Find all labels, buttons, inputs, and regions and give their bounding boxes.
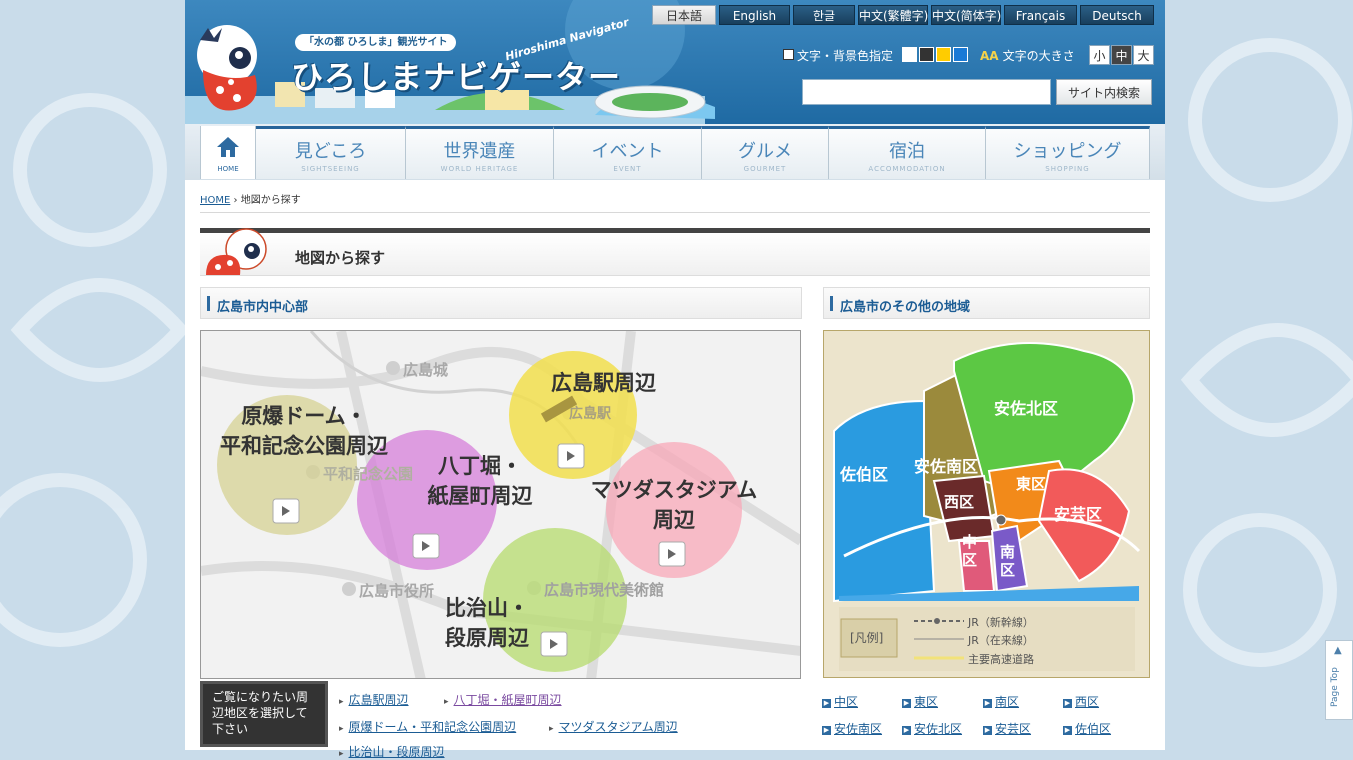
page-top-button[interactable]: ▲ Page Top: [1325, 640, 1353, 720]
arrow-icon: ▶: [983, 699, 992, 708]
arrow-icon: ▶: [822, 699, 831, 708]
search-button[interactable]: サイト内検索: [1056, 79, 1152, 105]
ward-label-minami[interactable]: 南区: [1000, 543, 1016, 579]
landmark-contemporary-art-museum: 広島市現代美術館: [544, 581, 665, 599]
breadcrumb-home-link[interactable]: HOME: [200, 195, 230, 206]
palette-icon: [783, 49, 794, 60]
breadcrumb: HOME › 地図から探す: [200, 191, 301, 206]
landmark-hiroshima-castle: 広島城: [403, 361, 449, 379]
legend-title: [凡例]: [850, 631, 884, 645]
arrow-icon: ▶: [822, 726, 831, 735]
nav-sightseeing[interactable]: 見どころ SIGHTSEEING: [256, 126, 406, 179]
ward-label-asaminami[interactable]: 安佐南区: [914, 453, 978, 477]
city-wards-map: 安佐北区 安佐南区 佐伯区 西区 東区 安芸区 中区 南区 [凡例] JR（新幹…: [823, 330, 1150, 678]
arrow-icon: ▶: [1063, 726, 1072, 735]
link-ward-minami[interactable]: ▶ 南区: [983, 693, 1019, 710]
color-swatch-yellow[interactable]: [936, 47, 951, 62]
link-hijiyama[interactable]: 比治山・段原周辺: [339, 743, 445, 760]
area-label-hatchobori[interactable]: 八丁堀・ 紙屋町周辺: [405, 451, 555, 511]
breadcrumb-current: 地図から探す: [240, 195, 301, 206]
section-heading-central: 広島市内中心部: [200, 287, 802, 319]
lang-chinese-traditional[interactable]: 中文(繁體字): [858, 5, 928, 25]
area-label-mazda-stadium[interactable]: マツダスタジアム 周辺: [581, 475, 767, 535]
global-nav: HOME 見どころ SIGHTSEEING 世界遺産 WORLD HERITAG…: [185, 124, 1165, 180]
arrow-icon: ▶: [1063, 699, 1072, 708]
lang-german[interactable]: Deutsch: [1080, 5, 1154, 25]
link-ward-naka[interactable]: ▶ 中区: [822, 693, 858, 710]
link-ward-higashi[interactable]: ▶ 東区: [902, 693, 938, 710]
site-logo[interactable]: ひろしまナビゲーター: [291, 52, 621, 98]
divider: [200, 212, 1150, 213]
link-ward-saeki[interactable]: ▶ 佐伯区: [1063, 720, 1111, 737]
site-header: 「水の都 ひろしま」観光サイト ひろしまナビゲーター Hiroshima Nav…: [185, 0, 1165, 124]
lang-chinese-simplified[interactable]: 中文(简体字): [931, 5, 1001, 25]
lang-korean[interactable]: 한글: [793, 5, 855, 25]
ward-shape-saeki: [833, 399, 936, 603]
arrow-icon: ▶: [902, 699, 911, 708]
link-ward-aki[interactable]: ▶ 安芸区: [983, 720, 1031, 737]
nav-gourmet[interactable]: グルメ GOURMET: [702, 126, 829, 179]
font-size-medium[interactable]: 中: [1111, 45, 1132, 65]
nav-home[interactable]: HOME: [200, 126, 256, 179]
color-setting-label: 文字・背景色指定: [783, 47, 893, 64]
landmark-city-hall: 広島市役所: [359, 582, 435, 600]
ward-label-naka[interactable]: 中区: [962, 533, 978, 569]
link-ward-nishi[interactable]: ▶ 西区: [1063, 693, 1099, 710]
color-swatch-white[interactable]: [902, 47, 917, 62]
chevron-right-icon: ›: [233, 195, 241, 206]
area-label-hijiyama[interactable]: 比治山・ 段原周辺: [427, 593, 547, 653]
link-hatchobori[interactable]: 八丁堀・紙屋町周辺: [444, 691, 562, 708]
ward-shape-aki: [1037, 468, 1131, 583]
mascot-icon: [206, 228, 267, 275]
home-icon: [217, 137, 239, 157]
central-area-map: 広島城 広島駅 平和記念公園 広島市役所 広島市現代美術館 広島駅周辺 原爆ドー…: [200, 330, 801, 679]
ward-label-saeki[interactable]: 佐伯区: [840, 461, 888, 485]
link-mazda-stadium[interactable]: マツダスタジアム周辺: [549, 718, 678, 735]
page: 「水の都 ひろしま」観光サイト ひろしまナビゲーター Hiroshima Nav…: [185, 0, 1165, 759]
font-size-label: 文字の大きさ: [1002, 49, 1075, 63]
legend-shinkansen: JR（新幹線）: [968, 616, 1034, 629]
area-select-prompt: ご覧になりたい周辺地区を選択して下さい: [200, 681, 328, 747]
page-title-bar: 地図から探す: [200, 228, 1150, 276]
font-size-icon: AA: [980, 49, 999, 63]
lang-japanese[interactable]: 日本語: [652, 5, 716, 25]
link-hiroshima-station[interactable]: 広島駅周辺: [339, 691, 409, 708]
page-title: 地図から探す: [295, 249, 386, 267]
color-swatch-blue[interactable]: [953, 47, 968, 62]
lang-english[interactable]: English: [719, 5, 790, 25]
nav-accommodation[interactable]: 宿泊 ACCOMMODATION: [829, 126, 986, 179]
color-swatch-black[interactable]: [919, 47, 934, 62]
font-size-large[interactable]: 大: [1133, 45, 1154, 65]
link-peace-park[interactable]: 原爆ドーム・平和記念公園周辺: [339, 718, 517, 735]
landmark-hiroshima-station: 広島駅: [569, 406, 611, 422]
area-label-peace-park[interactable]: 原爆ドーム・ 平和記念公園周辺: [209, 401, 399, 461]
link-ward-asaminami[interactable]: ▶ 安佐南区: [822, 720, 882, 737]
nav-shopping[interactable]: ショッピング SHOPPING: [986, 126, 1150, 179]
ward-label-nishi[interactable]: 西区: [944, 491, 974, 512]
ward-label-asakita[interactable]: 安佐北区: [994, 395, 1058, 419]
site-tagline: 「水の都 ひろしま」観光サイト: [295, 34, 457, 51]
ward-label-higashi[interactable]: 東区: [1016, 473, 1046, 494]
arrow-icon: ▶: [983, 726, 992, 735]
chevron-up-icon: ▲: [1334, 645, 1342, 656]
section-heading-other-areas: 広島市のその他の地域: [823, 287, 1150, 319]
legend-expressway: 主要高速道路: [968, 653, 1034, 666]
arrow-icon: ▶: [902, 726, 911, 735]
nav-event[interactable]: イベント EVENT: [554, 126, 702, 179]
ward-label-aki[interactable]: 安芸区: [1054, 501, 1102, 525]
link-ward-asakita[interactable]: ▶ 安佐北区: [902, 720, 962, 737]
search-input[interactable]: [802, 79, 1051, 105]
area-label-hiroshima-station[interactable]: 広島駅周辺: [551, 367, 656, 397]
landmark-peace-park: 平和記念公園: [323, 465, 414, 483]
legend-jr-line: JR（在来線）: [968, 634, 1034, 647]
nav-world-heritage[interactable]: 世界遺産 WORLD HERITAGE: [406, 126, 554, 179]
font-size-small[interactable]: 小: [1089, 45, 1110, 65]
lang-french[interactable]: Français: [1004, 5, 1077, 25]
